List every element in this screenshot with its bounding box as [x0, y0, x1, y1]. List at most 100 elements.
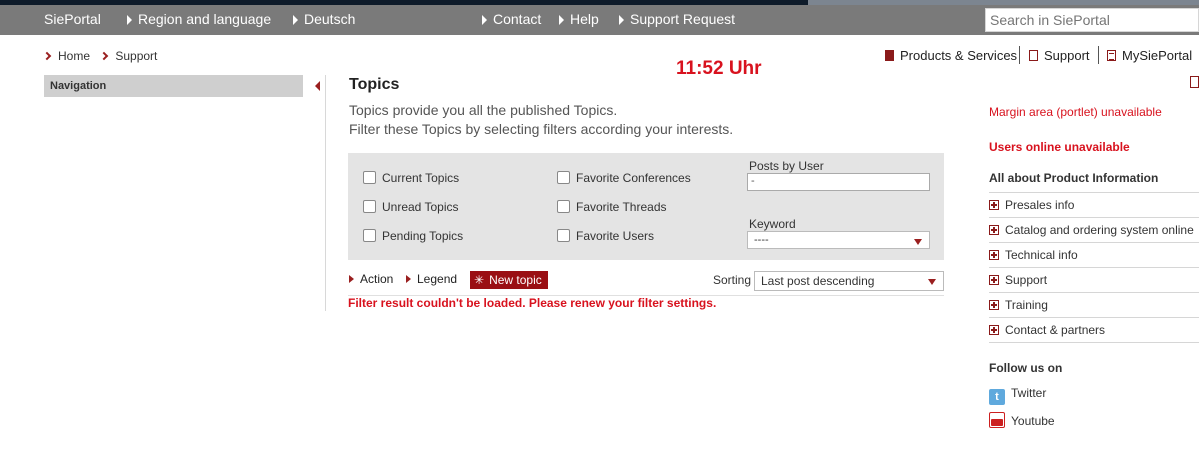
topics-description: Topics provide you all the published Top… [349, 101, 733, 139]
legend-label: Legend [417, 272, 458, 286]
page-title: Topics [349, 76, 400, 93]
checkbox-current-topics[interactable]: Current Topics [363, 171, 459, 185]
nav-contact-label: Contact [493, 11, 542, 27]
twitter-label: Twitter [1011, 386, 1047, 400]
action-label: Action [360, 272, 394, 286]
youtube-link[interactable]: Youtube [989, 412, 1055, 428]
checkbox-favorite-users[interactable]: Favorite Users [557, 229, 654, 243]
margin-unavailable-text: Margin area (portlet) unavailable [989, 105, 1162, 119]
breadcrumb-home[interactable]: Home [58, 49, 90, 63]
follow-us-heading: Follow us on [989, 361, 1063, 375]
checkbox-unread-topics[interactable]: Unread Topics [363, 200, 459, 214]
twitter-icon: t [989, 389, 1005, 405]
posts-by-user-input[interactable]: - [747, 173, 930, 191]
checkbox-favorite-conferences[interactable]: Favorite Conferences [557, 171, 691, 185]
youtube-label: Youtube [1011, 414, 1055, 428]
item-label: Catalog and ordering system online [1005, 223, 1194, 237]
link-support[interactable]: Support [1029, 48, 1090, 63]
search-input[interactable] [985, 8, 1199, 32]
checkbox-box[interactable] [363, 200, 376, 213]
new-topic-button[interactable]: ✳ New topic [470, 271, 548, 289]
chevron-right-icon [293, 15, 298, 25]
item-label: Support [1005, 273, 1048, 287]
action-menu[interactable]: Action [349, 272, 393, 286]
sorting-select-value: Last post descending [761, 274, 875, 288]
sorting-label: Sorting [713, 273, 752, 287]
nav-help[interactable]: Help [559, 5, 599, 35]
collapse-nav-arrow-icon[interactable] [315, 81, 320, 91]
product-info-item-technical[interactable]: Technical info [989, 248, 1078, 262]
checkbox-box[interactable] [557, 171, 570, 184]
divider [989, 342, 1199, 343]
nav-brand-sieportal[interactable]: SiePortal [44, 5, 101, 35]
checkbox-label: Pending Topics [382, 229, 464, 243]
nav-contact[interactable]: Contact [482, 5, 541, 35]
support-icon [1029, 50, 1038, 61]
item-label: Presales info [1005, 198, 1075, 212]
keyword-label: Keyword [749, 217, 796, 231]
nav-region-language[interactable]: Region and language [127, 5, 271, 35]
product-info-item-training[interactable]: Training [989, 298, 1048, 312]
print-icon[interactable] [1190, 76, 1199, 88]
checkbox-box[interactable] [363, 171, 376, 184]
product-info-item-catalog[interactable]: Catalog and ordering system online [989, 223, 1194, 237]
checkbox-favorite-threads[interactable]: Favorite Threads [557, 200, 667, 214]
checkbox-label: Favorite Threads [576, 200, 667, 214]
document-icon [1107, 50, 1116, 61]
divider [325, 75, 326, 311]
checkbox-box[interactable] [557, 229, 570, 242]
expand-plus-icon [989, 275, 999, 285]
expand-plus-icon [989, 300, 999, 310]
checkbox-pending-topics[interactable]: Pending Topics [363, 229, 463, 243]
left-navigation-header: Navigation [44, 75, 303, 97]
product-info-item-support[interactable]: Support [989, 273, 1047, 287]
link-products-services[interactable]: Products & Services [885, 48, 1017, 63]
nav-support-request-label: Support Request [630, 11, 736, 27]
new-topic-label: New topic [489, 273, 542, 287]
twitter-link[interactable]: t Twitter [989, 386, 1046, 405]
nav-language-label: Deutsch [304, 11, 356, 27]
legend-menu[interactable]: Legend [406, 272, 457, 286]
chevron-right-icon [127, 15, 132, 25]
product-info-item-presales[interactable]: Presales info [989, 198, 1074, 212]
keyword-select[interactable]: ---- [747, 231, 930, 249]
product-info-item-contact[interactable]: Contact & partners [989, 323, 1105, 337]
divider [989, 317, 1199, 318]
nav-region-label: Region and language [138, 11, 272, 27]
expand-plus-icon [989, 325, 999, 335]
sorting-select[interactable]: Last post descending [754, 271, 944, 291]
nav-support-request[interactable]: Support Request [619, 5, 735, 35]
expand-plus-icon [989, 225, 999, 235]
link-products-label: Products & Services [900, 48, 1018, 63]
nav-language-deutsch[interactable]: Deutsch [293, 5, 355, 35]
checkbox-label: Favorite Conferences [576, 171, 691, 185]
expand-plus-icon [989, 250, 999, 260]
checkbox-label: Unread Topics [382, 200, 459, 214]
link-mysieportal[interactable]: MySiePortal [1107, 48, 1192, 63]
chevron-right-icon [482, 15, 487, 25]
breadcrumb-support[interactable]: Support [115, 49, 157, 63]
checkbox-label: Current Topics [382, 171, 460, 185]
nav-help-label: Help [570, 11, 599, 27]
main-navbar: SiePortal Region and language Deutsch Co… [0, 5, 1199, 35]
divider [1098, 46, 1099, 64]
chevron-right-icon [349, 275, 354, 283]
checkbox-box[interactable] [363, 229, 376, 242]
dropdown-arrow-icon [914, 239, 922, 245]
product-info-heading: All about Product Information [989, 171, 1159, 185]
products-icon [885, 50, 894, 61]
item-label: Contact & partners [1005, 323, 1106, 337]
checkbox-box[interactable] [557, 200, 570, 213]
divider [989, 192, 1199, 193]
divider [989, 242, 1199, 243]
expand-plus-icon [989, 200, 999, 210]
divider [989, 292, 1199, 293]
users-online-text: Users online unavailable [989, 140, 1130, 154]
chevron-right-icon [619, 15, 624, 25]
breadcrumb: Home Support [42, 49, 165, 63]
chevron-right-icon [406, 275, 411, 283]
chevron-right-icon [42, 51, 52, 61]
divider [1019, 46, 1020, 64]
divider [989, 217, 1199, 218]
keyword-select-value: ---- [754, 234, 769, 246]
